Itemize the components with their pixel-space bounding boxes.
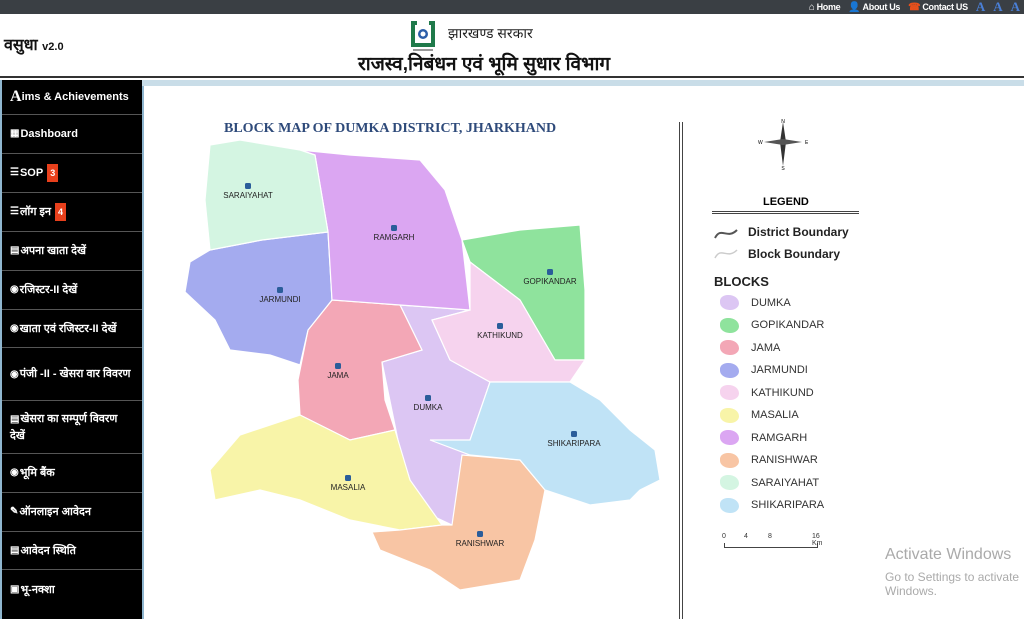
headquarters-icon: [277, 287, 283, 293]
compass-e: E: [805, 140, 808, 146]
block-label: SARAIYAHAT: [223, 191, 273, 200]
legend-swatch: [720, 295, 739, 310]
legend-item: DUMKA: [720, 295, 791, 310]
headquarters-icon: [345, 475, 351, 481]
legend-label: RANISHWAR: [751, 454, 818, 466]
block-label: JAMA: [327, 371, 349, 380]
legend-swatch: [720, 340, 739, 355]
scale-8: 8: [768, 533, 772, 540]
legend-item: RAMGARH: [720, 430, 807, 445]
scale-bar: 0 4 8 16 Km: [718, 533, 828, 548]
legend-item: SARAIYAHAT: [720, 475, 819, 490]
headquarters-icon: [335, 363, 341, 369]
headquarters-icon: [425, 395, 431, 401]
legend-item: GOPIKANDAR: [720, 317, 825, 333]
legend-label: MASALIA: [751, 409, 799, 421]
legend-item: JAMA: [720, 340, 780, 355]
legend-swatch: [720, 475, 739, 490]
map-title: BLOCK MAP OF DUMKA DISTRICT, JHARKHAND: [224, 121, 557, 136]
legend-swatch: [720, 385, 739, 400]
legend-item: RANISHWAR: [720, 452, 818, 468]
block-label: GOPIKANDAR: [523, 277, 577, 286]
block-boundary-label: Block Boundary: [748, 247, 841, 261]
legend-item: MASALIA: [720, 407, 799, 423]
dumka-block-map: DUMKA GOPIKANDAR JAMA JARMUNDI KATHIKUND MASA…: [184, 139, 661, 591]
legend-swatch: [720, 430, 739, 445]
legend-swatch: [720, 317, 739, 333]
map-divider: [679, 122, 683, 619]
headquarters-icon: [547, 269, 553, 275]
block-label: SHIKARIPARA: [547, 439, 601, 448]
block-label: DUMKA: [414, 403, 444, 412]
headquarters-icon: [391, 225, 397, 231]
block-label: RAMGARH: [374, 233, 415, 242]
legend-item: JARMUNDI: [720, 362, 808, 378]
scale-4: 4: [744, 533, 748, 540]
headquarters-icon: [245, 183, 251, 189]
legend-rule: [712, 211, 859, 214]
legend-label: RAMGARH: [751, 431, 808, 444]
block-label: JARMUNDI: [259, 295, 300, 304]
legend-label: KATHIKUND: [751, 386, 814, 399]
legend-title: LEGEND: [763, 196, 809, 208]
legend-swatch: [720, 497, 739, 513]
legend-swatch: [720, 362, 739, 378]
compass-n: N: [781, 119, 785, 125]
headquarters-icon: [477, 531, 483, 537]
block-label: KATHIKUND: [477, 331, 523, 340]
scale-0: 0: [722, 533, 726, 540]
compass-w: W: [758, 140, 763, 146]
compass-icon: N S E W: [758, 119, 808, 170]
legend-item: SHIKARIPARA: [720, 497, 825, 513]
legend-item: KATHIKUND: [720, 385, 814, 400]
blocks-heading: BLOCKS: [714, 274, 769, 289]
legend-label: SHIKARIPARA: [751, 499, 825, 511]
activation-watermark: Activate Windows: [885, 546, 1012, 563]
headquarters-icon: [497, 323, 503, 329]
legend-label: JAMA: [751, 341, 781, 354]
compass-s: S: [781, 166, 785, 170]
headquarters-icon: [571, 431, 577, 437]
district-boundary-label: District Boundary: [748, 225, 849, 239]
legend-swatch: [720, 452, 739, 468]
block-label: RANISHWAR: [456, 539, 505, 548]
legend-swatch: [720, 407, 739, 423]
scale-16: 16 Km: [812, 533, 823, 547]
legend-label: JARMUNDI: [751, 364, 808, 376]
legend-label: GOPIKANDAR: [751, 319, 825, 331]
legend-label: SARAIYAHAT: [751, 476, 820, 489]
legend-label: DUMKA: [751, 296, 791, 309]
activation-watermark-subtext: Go to Settings to activate Windows.: [885, 570, 1020, 598]
block-label: MASALIA: [331, 483, 366, 492]
boundary-lines-icon: [714, 229, 738, 259]
